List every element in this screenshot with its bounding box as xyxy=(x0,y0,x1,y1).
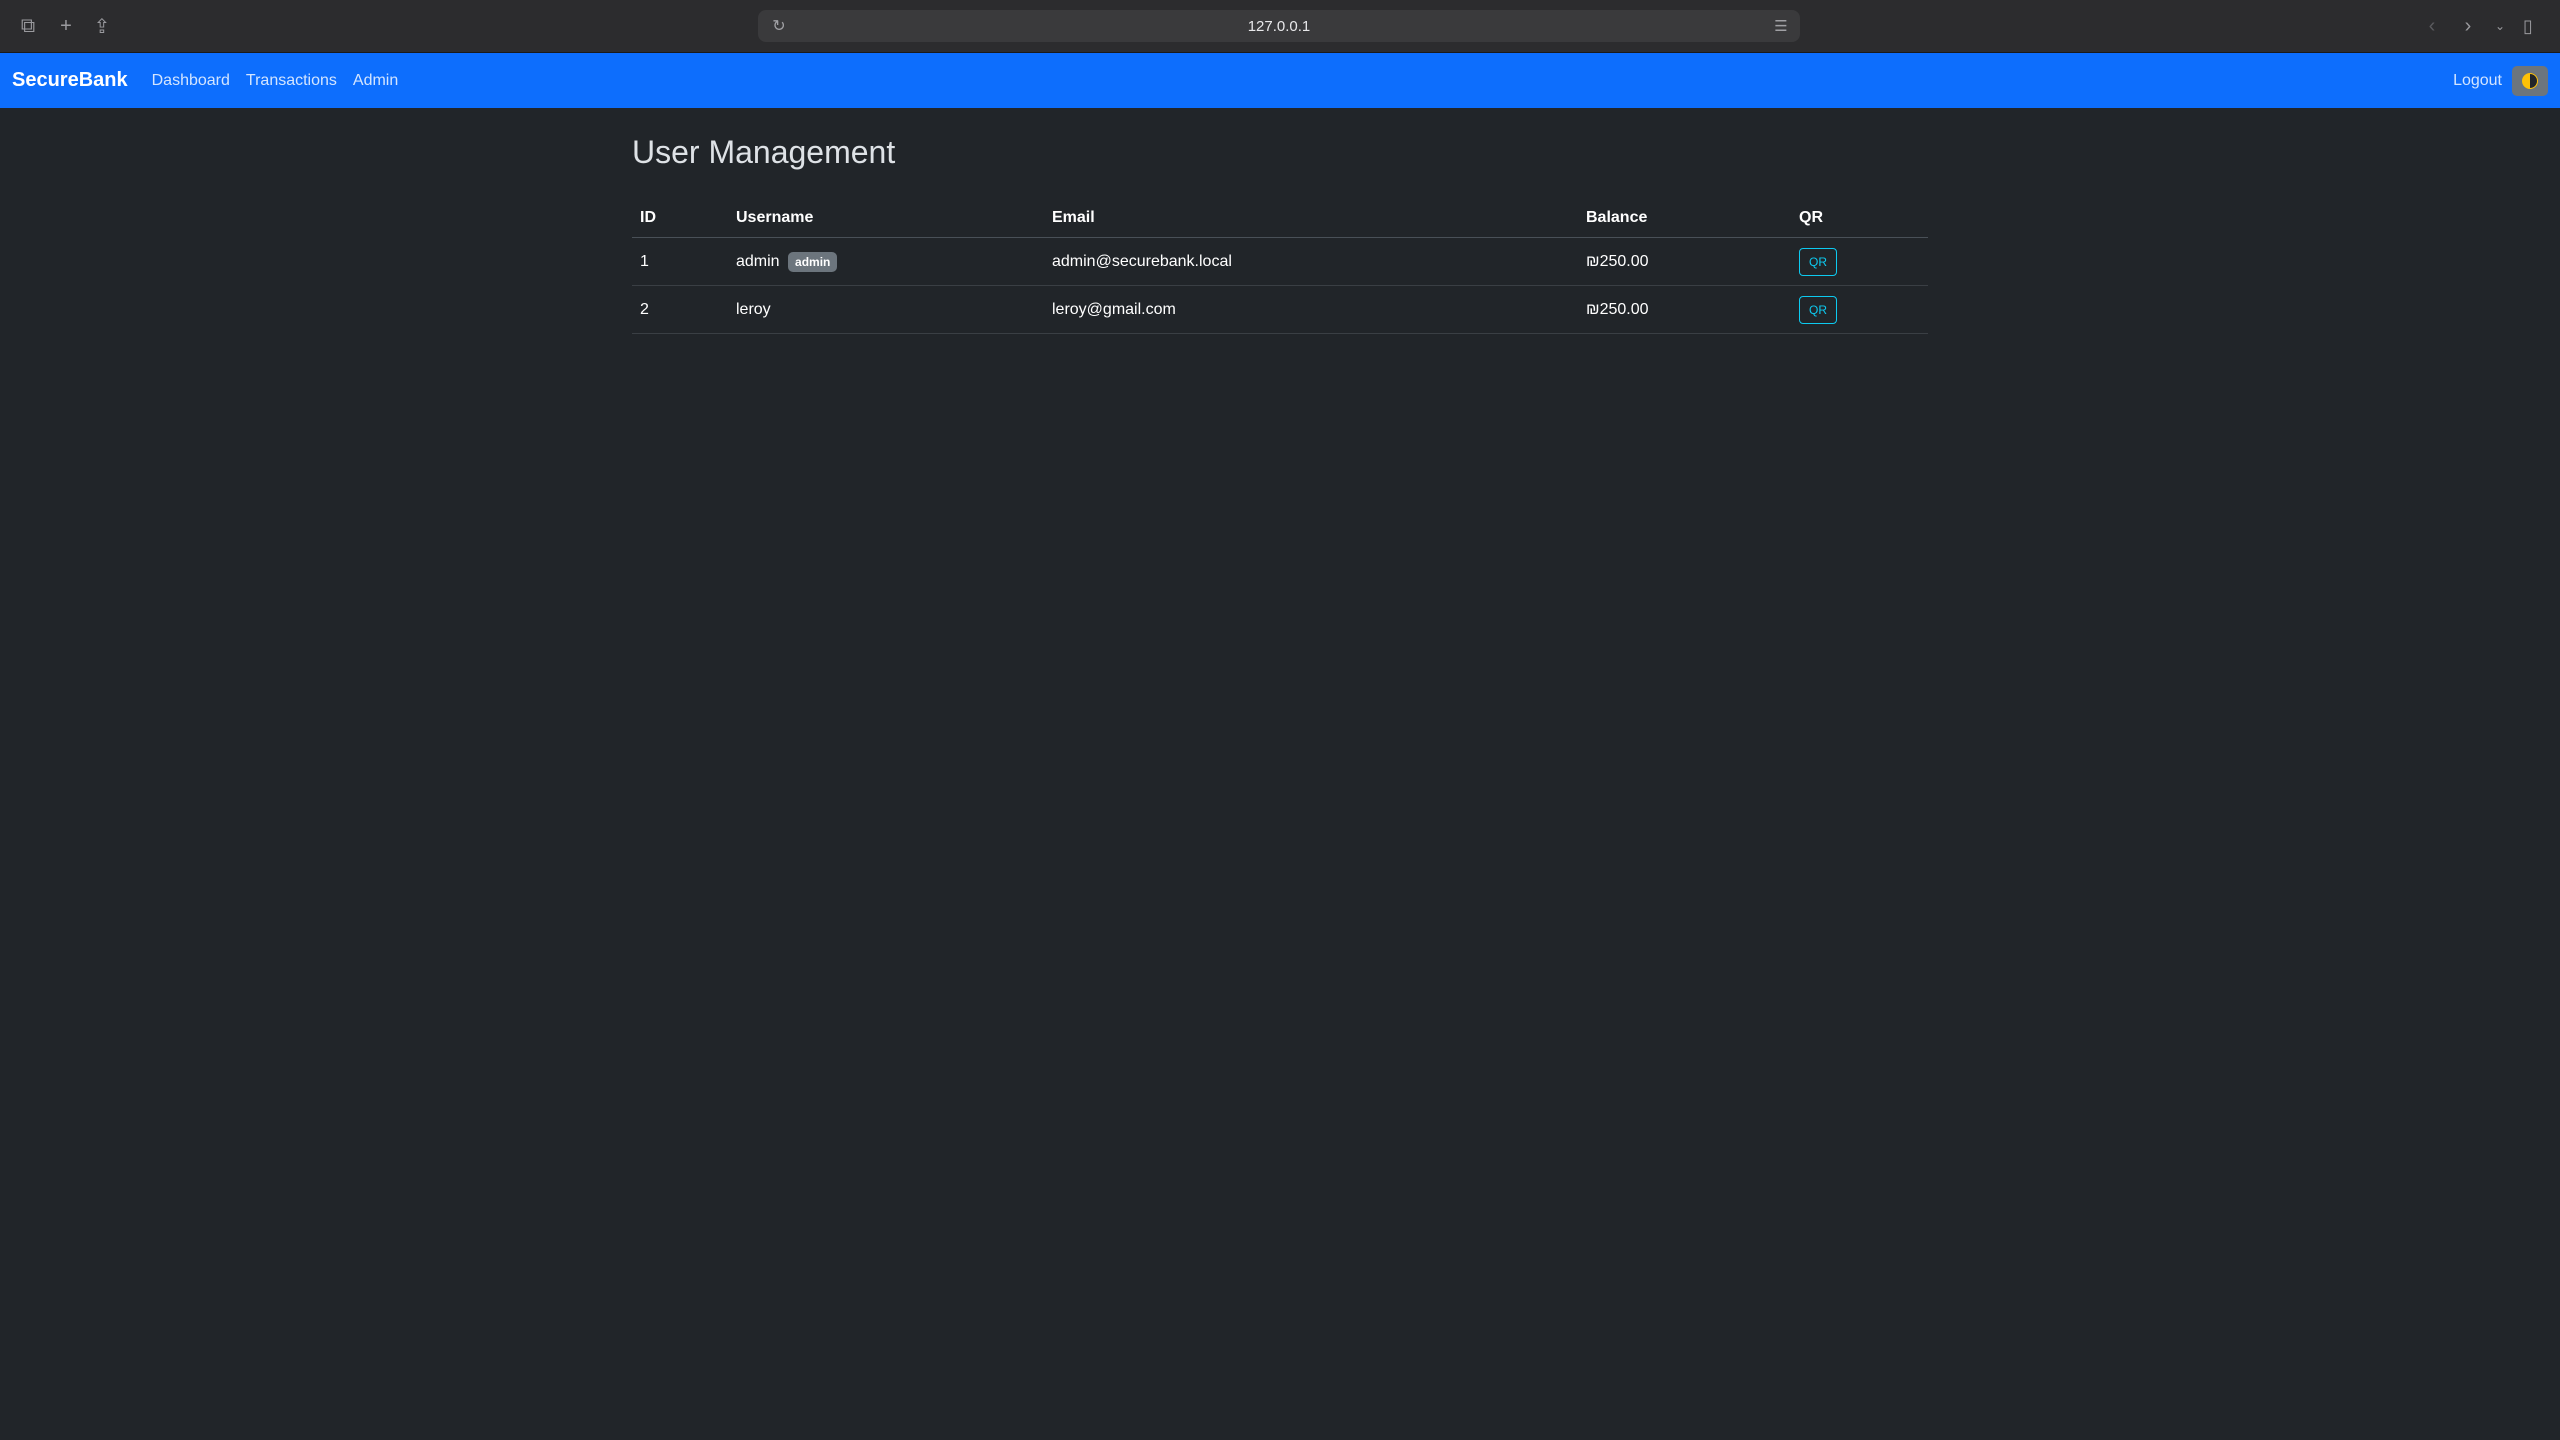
cell-id: 2 xyxy=(632,285,728,334)
tab-overview-icon[interactable]: ⧉ xyxy=(14,12,42,40)
nav-transactions[interactable]: Transactions xyxy=(246,72,337,90)
address-bar[interactable]: ↻ 127.0.0.1 ☰ xyxy=(758,10,1800,42)
page-title: User Management xyxy=(632,134,896,170)
nav-dashboard[interactable]: Dashboard xyxy=(152,72,230,90)
username-text: leroy xyxy=(736,300,771,318)
cell-email: leroy@gmail.com xyxy=(1044,285,1578,334)
header-id: ID xyxy=(632,199,728,238)
reload-icon[interactable]: ↻ xyxy=(766,13,792,39)
brand-logo[interactable]: SecureBank xyxy=(12,69,128,92)
browser-toolbar: ⧉ + ⇪ ↻ 127.0.0.1 ☰ ‹ › ⌄ ▯ xyxy=(0,0,2560,53)
nav-admin[interactable]: Admin xyxy=(353,72,398,90)
cell-username: leroy xyxy=(728,285,1044,334)
header-username: Username xyxy=(728,199,1044,238)
navbar-right: Logout xyxy=(2453,53,2548,108)
qr-button[interactable]: QR xyxy=(1799,247,1837,276)
header-balance: Balance xyxy=(1578,199,1791,238)
users-table: ID Username Email Balance QR 1 admin adm… xyxy=(632,199,1928,334)
forward-icon[interactable]: › xyxy=(2454,12,2482,40)
cell-qr: QR xyxy=(1791,237,1928,286)
cell-qr: QR xyxy=(1791,285,1928,334)
qr-button[interactable]: QR xyxy=(1799,295,1837,324)
back-icon[interactable]: ‹ xyxy=(2418,12,2446,40)
cell-balance: ₪250.00 xyxy=(1578,285,1791,334)
share-icon[interactable]: ⇪ xyxy=(88,12,116,40)
theme-toggle-button[interactable] xyxy=(2512,65,2548,96)
cell-balance: ₪250.00 xyxy=(1578,237,1791,286)
top-navbar: SecureBank Dashboard Transactions Admin … xyxy=(0,53,2560,108)
logout-link[interactable]: Logout xyxy=(2453,72,2502,90)
sidebar-icon[interactable]: ▯ xyxy=(2514,12,2542,40)
table-row: 2 leroy leroy@gmail.com ₪250.00 QR xyxy=(632,285,1928,334)
new-tab-icon[interactable]: + xyxy=(52,12,80,40)
username-text: admin xyxy=(736,252,780,270)
table-row: 1 admin admin admin@securebank.local ₪25… xyxy=(632,237,1928,286)
address-url: 127.0.0.1 xyxy=(1247,17,1311,35)
chevron-down-icon[interactable]: ⌄ xyxy=(2486,12,2514,40)
header-qr: QR xyxy=(1791,199,1928,238)
reader-icon[interactable]: ☰ xyxy=(1768,13,1794,39)
table-header-row: ID Username Email Balance QR xyxy=(632,199,1928,238)
cell-email: admin@securebank.local xyxy=(1044,237,1578,286)
header-email: Email xyxy=(1044,199,1578,238)
cell-username: admin admin xyxy=(728,237,1044,286)
contrast-icon xyxy=(2522,72,2538,89)
cell-id: 1 xyxy=(632,237,728,286)
role-badge: admin xyxy=(788,251,838,272)
main-content: User Management ID Username Email Balanc… xyxy=(632,108,1928,334)
